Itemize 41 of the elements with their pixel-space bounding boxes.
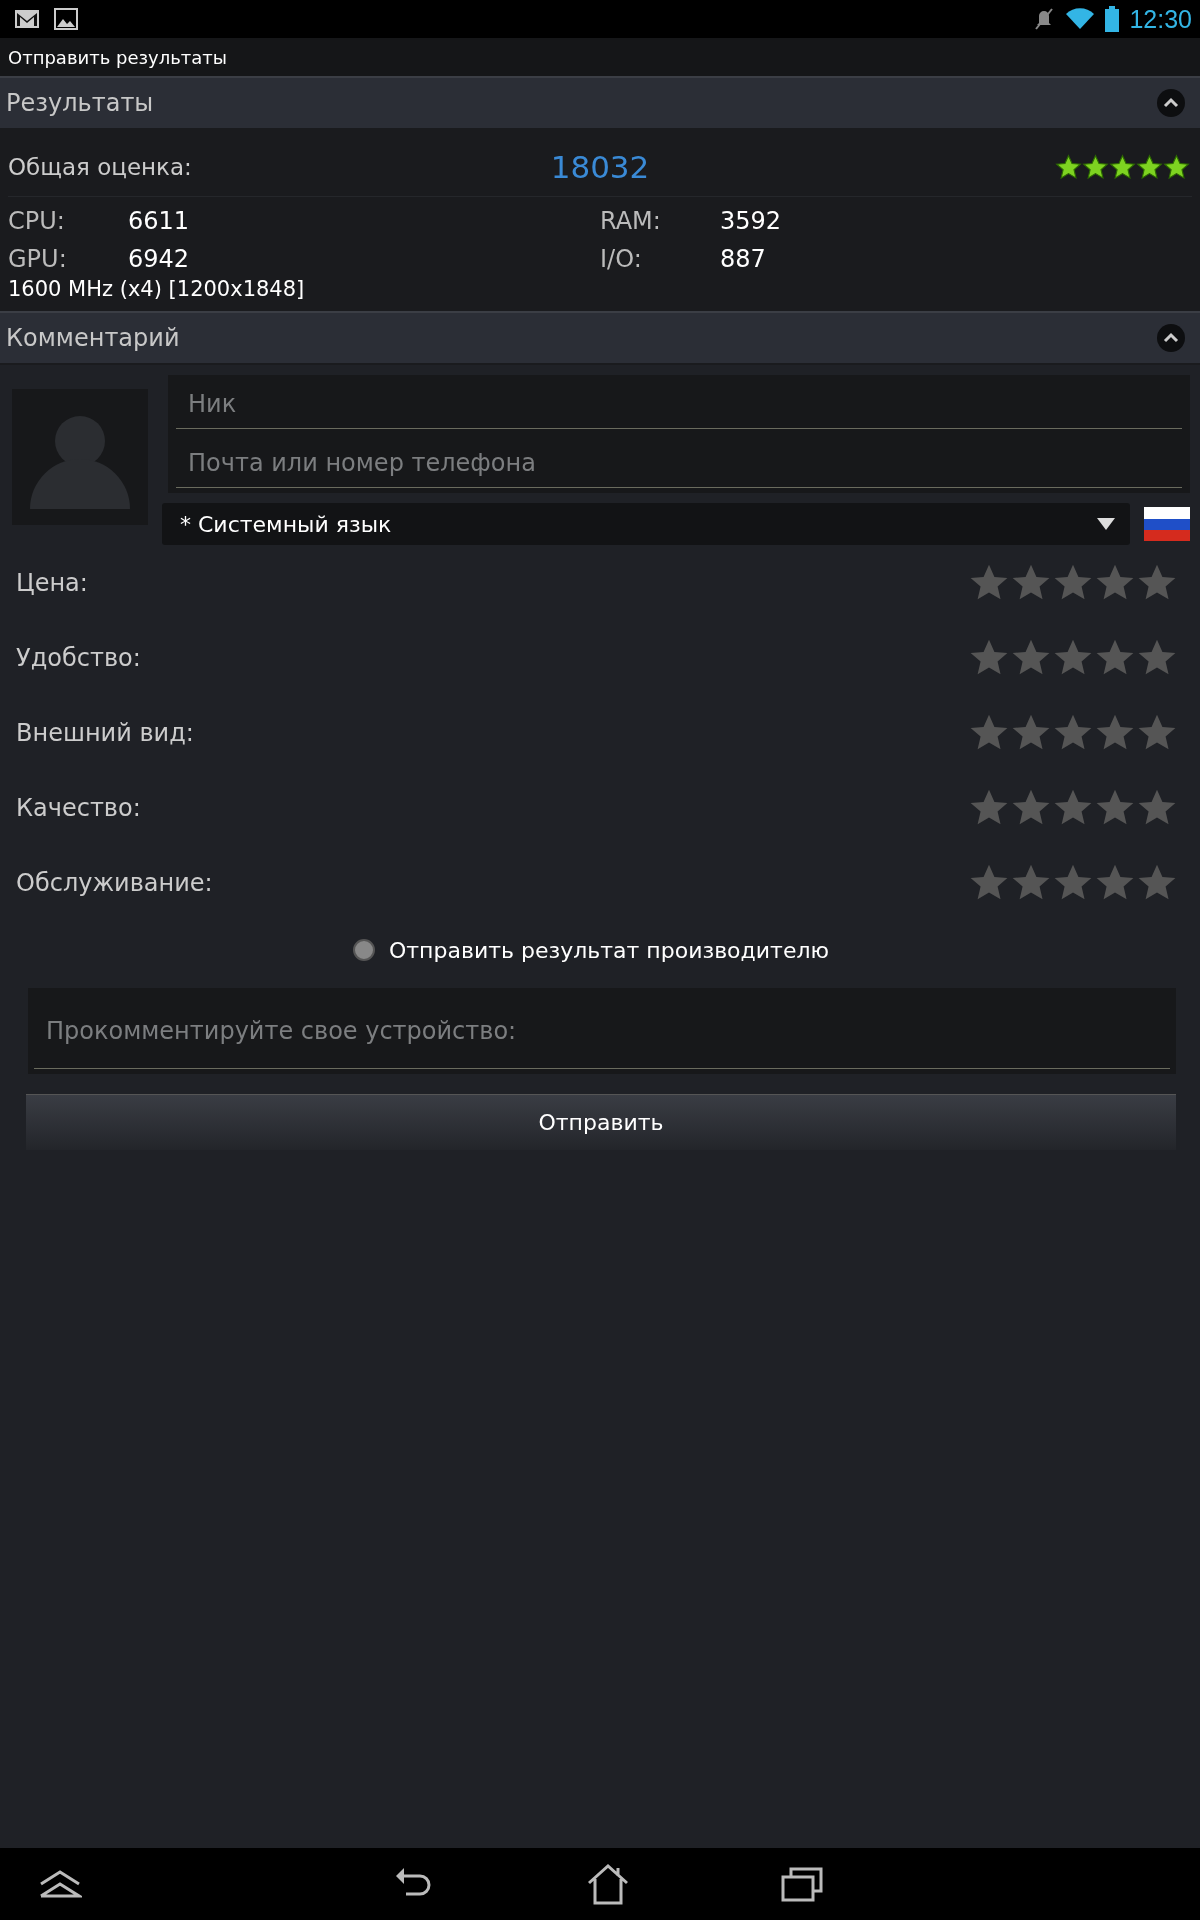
submit-button[interactable]: Отправить (26, 1094, 1176, 1150)
clock: 12:30 (1129, 4, 1192, 34)
overall-label: Общая оценка: (8, 154, 193, 180)
metric-value: 6611 (128, 207, 190, 235)
language-dropdown[interactable]: * Системный язык (162, 503, 1130, 545)
comment-field[interactable]: Прокомментируйте свое устройство: (28, 988, 1176, 1074)
battery-icon (1105, 6, 1120, 32)
rating-label: Внешний вид: (16, 718, 194, 747)
metric-label: RAM: (600, 207, 662, 235)
metric-value: 6942 (128, 245, 190, 273)
image-icon (54, 8, 78, 30)
device-info: 1600 MHz (x4) [1200x1848] (8, 277, 306, 301)
chevron-up-icon[interactable] (38, 1869, 82, 1899)
metric-label: I/O: (600, 245, 643, 273)
overall-score: 18032 (550, 149, 650, 185)
screen-title: Отправить результаты (8, 46, 228, 68)
rating-label: Цена: (16, 568, 88, 597)
flag-icon[interactable] (1144, 507, 1190, 541)
metric-label: GPU: (8, 245, 68, 273)
radio-button[interactable] (353, 939, 375, 961)
recent-apps-icon[interactable] (780, 1865, 824, 1903)
wifi-icon (1065, 7, 1096, 31)
dropdown-arrow-icon (1096, 517, 1116, 531)
contact-field[interactable]: Почта или номер телефона (168, 434, 1190, 493)
mail-icon (14, 9, 40, 29)
section-header[interactable]: Комментарий (0, 313, 1200, 365)
home-icon[interactable] (586, 1863, 630, 1905)
metric-label: CPU: (8, 207, 66, 235)
collapse-icon[interactable] (1156, 323, 1186, 353)
collapse-icon[interactable] (1156, 88, 1186, 118)
section-title: Комментарий (6, 324, 180, 352)
section-title: Результаты (6, 89, 154, 117)
section-header[interactable]: Результаты (0, 78, 1200, 130)
rating-label: Обслуживание: (16, 868, 213, 897)
radio-label[interactable]: Отправить результат производителю (389, 937, 829, 963)
rating-label: Качество: (16, 793, 141, 822)
mute-icon (1033, 7, 1056, 31)
rating-label: Удобство: (16, 643, 141, 672)
metric-value: 887 (720, 245, 766, 273)
nick-field[interactable]: Ник (168, 375, 1190, 434)
metric-value: 3592 (720, 207, 782, 235)
